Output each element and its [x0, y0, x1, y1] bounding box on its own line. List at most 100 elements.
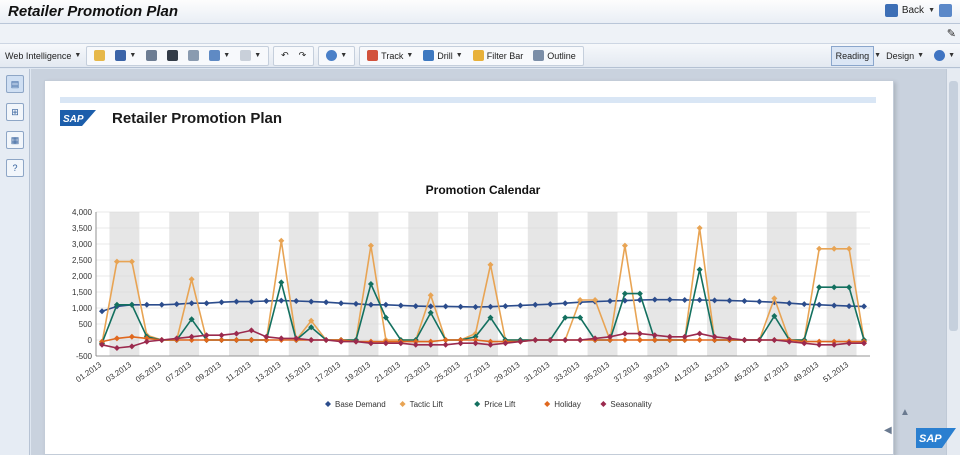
data-point [338, 300, 345, 307]
main-toolbar: Web Intelligence ▼ ▼ ▼ ▼ ↶ ↷ ▼ Track ▼ D… [0, 44, 960, 68]
data-point [621, 242, 628, 249]
y-tick-label: 3,500 [72, 224, 93, 233]
sap-logo: SAP [60, 110, 96, 126]
x-tick-label: 51.2013 [821, 360, 850, 384]
design-mode-button[interactable]: Design ▼ [881, 46, 929, 66]
legend-label: Base Demand [335, 400, 386, 409]
pin-icon[interactable]: ✎ [947, 27, 956, 40]
reading-mode-button[interactable]: Reading [830, 45, 875, 66]
y-tick-label: 2,000 [72, 272, 93, 281]
chevron-down-icon: ▼ [455, 52, 463, 59]
promotion-calendar-chart: Promotion Calendar -500 0 500 1,000 1,500 2,00… [72, 183, 870, 409]
data-point [143, 301, 150, 308]
data-point [99, 308, 105, 315]
refresh-icon [326, 50, 338, 61]
y-tick-label: 1,500 [72, 288, 93, 297]
refresh-button[interactable]: ▼ [321, 46, 352, 66]
data-point [382, 301, 389, 308]
x-tick-label: 35.2013 [582, 360, 611, 384]
collapse-left-icon[interactable]: ◀ [884, 425, 892, 436]
legend-label: Seasonality [610, 400, 651, 409]
folder-icon [94, 50, 106, 61]
input-controls-icon[interactable]: ▦ [6, 131, 24, 149]
y-tick-label: -500 [76, 352, 93, 361]
data-point [562, 300, 569, 307]
track-label: Track [381, 50, 404, 61]
data-point [816, 341, 823, 348]
open-button[interactable] [89, 46, 110, 66]
redo-button[interactable]: ↷ [294, 46, 312, 66]
back-control[interactable]: Back ▼ [884, 4, 952, 17]
data-point [696, 225, 703, 231]
design-label: Design [886, 50, 915, 61]
outline-button[interactable]: Outline [528, 46, 581, 66]
x-tick-label: 49.2013 [791, 360, 820, 384]
report-header-band [60, 97, 876, 103]
x-tick-label: 15.2013 [283, 360, 312, 384]
drill-label: Drill [437, 50, 453, 61]
x-tick-label: 29.2013 [493, 360, 522, 384]
help-button[interactable]: ▼ [929, 46, 960, 66]
data-point [143, 338, 150, 345]
scroll-thumb[interactable] [949, 81, 958, 331]
back-icon [884, 4, 898, 17]
save-button[interactable]: ▼ [110, 46, 141, 66]
email-button[interactable]: ▼ [235, 46, 266, 66]
scroll-up-icon[interactable]: ▲ [900, 407, 910, 418]
sap-corner-logo: SAP [916, 428, 956, 448]
find-button[interactable] [162, 46, 183, 66]
data-point [442, 341, 449, 348]
reading-dropdown-icon[interactable]: ▼ [874, 52, 881, 59]
help-panel-icon[interactable]: ? [6, 159, 24, 177]
data-point [562, 337, 569, 343]
side-panel: ▤ ⊞ ▦ ? [0, 69, 30, 455]
legend-label: Holiday [554, 400, 581, 409]
back-label: Back [901, 5, 925, 16]
file-toolbar-group: ▼ ▼ ▼ [86, 45, 270, 66]
window-title: Retailer Promotion Plan [8, 3, 179, 20]
track-button[interactable]: Track ▼ [362, 46, 418, 66]
drill-button[interactable]: Drill ▼ [418, 46, 467, 66]
data-point [263, 297, 270, 304]
chevron-down-icon: ▼ [74, 52, 82, 59]
drill-icon [423, 50, 435, 61]
app-menu-button[interactable]: Web Intelligence ▼ [0, 46, 86, 66]
x-tick-label: 09.2013 [194, 360, 223, 384]
data-point [756, 298, 763, 305]
chevron-down-icon: ▼ [254, 52, 262, 59]
header-band: ✎ [0, 24, 960, 44]
export-button[interactable]: ▼ [204, 46, 235, 66]
track-icon [367, 50, 379, 61]
data-point [621, 290, 628, 297]
data-point [681, 333, 688, 340]
data-point [816, 245, 823, 252]
window-menu-icon[interactable] [939, 4, 952, 17]
vertical-scrollbar[interactable] [946, 69, 960, 455]
chevron-down-icon: ▼ [948, 52, 955, 59]
x-tick-label: 45.2013 [732, 360, 761, 384]
document-summary-icon[interactable]: ▤ [6, 75, 24, 93]
x-tick-label: 41.2013 [672, 360, 701, 384]
legend-label: Tactic Lift [410, 400, 444, 409]
history-button[interactable] [183, 46, 204, 66]
print-button[interactable] [141, 46, 162, 66]
report-map-icon[interactable]: ⊞ [6, 103, 24, 121]
data-point [861, 303, 867, 310]
back-dropdown-icon[interactable]: ▼ [928, 7, 935, 14]
x-tick-label: 23.2013 [403, 360, 432, 384]
data-point [218, 299, 225, 306]
x-tick-label: 31.2013 [523, 360, 552, 384]
print-icon [146, 50, 158, 61]
filter-icon [472, 50, 484, 61]
undo-button[interactable]: ↶ [276, 46, 294, 66]
data-point [577, 337, 584, 343]
chart-title: Promotion Calendar [426, 183, 541, 197]
x-tick-label: 19.2013 [343, 360, 372, 384]
x-tick-label: 11.2013 [224, 360, 253, 384]
refresh-toolbar-group: ▼ [318, 45, 356, 66]
report-title: Retailer Promotion Plan [112, 110, 283, 127]
data-point [816, 284, 823, 291]
data-point [681, 297, 688, 303]
filter-bar-button[interactable]: Filter Bar [468, 46, 529, 66]
data-point [278, 237, 285, 244]
